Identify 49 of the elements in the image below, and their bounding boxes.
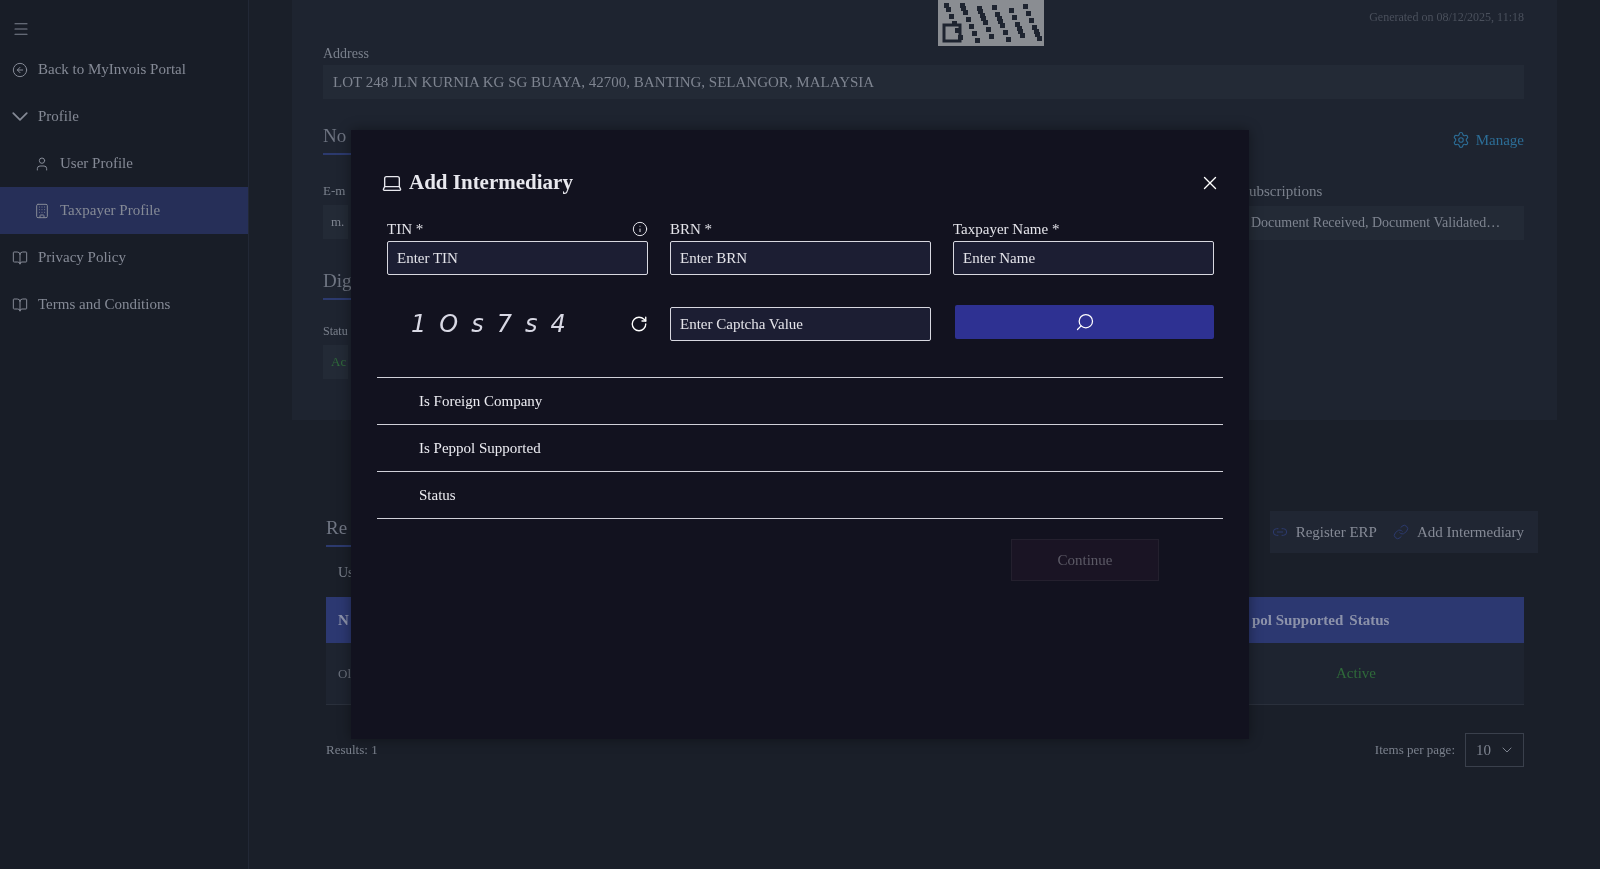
refresh-button[interactable]	[630, 315, 648, 333]
sidebar-item[interactable]: Terms and Conditions	[0, 281, 248, 328]
field-label: BRN *	[670, 220, 713, 238]
detail-row: Is Foreign Company	[377, 378, 1223, 425]
building-icon	[34, 202, 50, 219]
user-icon	[34, 155, 50, 172]
sidebar-item[interactable]: Privacy Policy	[0, 234, 248, 281]
items-per-page-select[interactable]: 10	[1465, 733, 1524, 767]
menu-icon[interactable]	[12, 20, 30, 38]
input-field[interactable]: Enter Name	[953, 241, 1214, 275]
field-label: Taxpayer Name *	[953, 220, 1060, 238]
email-field: m.	[323, 205, 348, 239]
link-icon	[1392, 524, 1409, 540]
dialog-title: Add Intermediary	[381, 170, 573, 195]
field-label: E-m	[323, 183, 347, 199]
info-icon[interactable]	[632, 221, 648, 237]
column-header: Status	[1349, 611, 1390, 629]
status-cell: Active	[1336, 665, 1376, 682]
table-cell: Ol	[338, 665, 351, 682]
toolbar-button[interactable]: Register ERP	[1271, 523, 1377, 541]
chevron-down-icon	[12, 112, 28, 121]
detail-row: Status	[377, 472, 1223, 519]
address-field: LOT 248 JLN KURNIA KG SG BUAYA, 42700, BANTING, SELANGOR, MALAYSIA	[323, 65, 1524, 99]
items-per-page-label: Items per page:	[1374, 742, 1455, 758]
status-field: Ac	[323, 345, 348, 379]
sidebar-item[interactable]: Profile	[0, 93, 248, 140]
sidebar-item[interactable]: Taxpayer Profile	[0, 187, 248, 234]
manage-link[interactable]: Manage	[1451, 131, 1524, 149]
input-field[interactable]: Enter TIN	[387, 241, 648, 275]
field-label: Address	[323, 46, 370, 62]
results-count: Results: 1	[326, 742, 378, 758]
refresh-icon	[630, 315, 648, 333]
input-field[interactable]: Enter BRN	[670, 241, 931, 275]
book-icon	[12, 296, 28, 313]
sidebar-item[interactable]: User Profile	[0, 140, 248, 187]
subscriptions-field: Document Received, Document Validated…	[1249, 206, 1524, 240]
book-icon	[12, 249, 28, 266]
field-label: ubscriptions	[1249, 183, 1324, 200]
captcha-image: 1Os7s4	[411, 310, 579, 338]
detail-row: Is Peppol Supported	[377, 425, 1223, 472]
settings-icon	[1451, 131, 1470, 149]
search-icon	[1074, 312, 1095, 332]
sidebar-item[interactable]: Back to MyInvois Portal	[0, 46, 248, 93]
toolbar-button[interactable]: Add Intermediary	[1392, 523, 1524, 541]
column-header: pol Supported	[1252, 611, 1344, 629]
column-header: N	[338, 611, 349, 629]
field-label: TIN *	[387, 220, 424, 238]
captcha-input-field[interactable]: Enter Captcha Value	[670, 307, 931, 341]
field-label: Statu	[323, 324, 348, 339]
